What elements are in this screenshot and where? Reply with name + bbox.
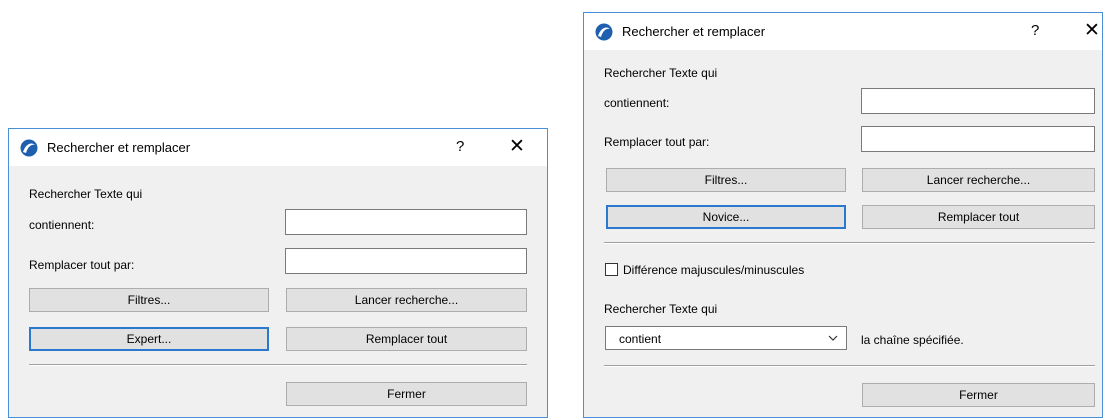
separator	[29, 364, 527, 366]
condition-suffix-label: la chaîne spécifiée.	[861, 333, 964, 347]
help-button[interactable]: ?	[1031, 22, 1039, 39]
condition-select[interactable]: contient	[605, 326, 847, 350]
search-heading: Rechercher Texte qui	[29, 187, 143, 201]
filters-button[interactable]: Filtres...	[29, 288, 269, 312]
contains-input[interactable]	[285, 209, 527, 235]
dialog-title: Rechercher et remplacer	[47, 140, 191, 155]
archicad-logo-icon	[595, 23, 613, 41]
find-replace-dialog-novice: Rechercher et remplacer ? ✕ Rechercher T…	[8, 128, 548, 418]
contains-input[interactable]	[861, 88, 1095, 114]
replace-all-button[interactable]: Remplacer tout	[862, 205, 1095, 229]
help-button[interactable]: ?	[456, 138, 464, 155]
find-replace-dialog-expert: Rechercher et remplacer ? ✕ Rechercher T…	[583, 12, 1103, 418]
close-dialog-button[interactable]: Fermer	[286, 382, 527, 406]
search-button[interactable]: Lancer recherche...	[862, 168, 1095, 192]
archicad-logo-icon	[20, 139, 38, 157]
replace-input[interactable]	[285, 248, 527, 274]
novice-button[interactable]: Novice...	[606, 205, 846, 229]
close-icon[interactable]: ✕	[509, 135, 525, 158]
replace-label: Remplacer tout par:	[604, 135, 710, 149]
filters-button[interactable]: Filtres...	[606, 168, 846, 192]
replace-all-button[interactable]: Remplacer tout	[286, 327, 527, 351]
replace-input[interactable]	[861, 126, 1095, 152]
condition-select-value: contient	[619, 332, 662, 346]
contains-label: contiennent:	[604, 96, 670, 110]
search-heading-2: Rechercher Texte qui	[604, 302, 718, 316]
title-bar[interactable]: Rechercher et remplacer ? ✕	[584, 13, 1102, 50]
contains-label: contiennent:	[29, 218, 95, 232]
separator	[604, 242, 1095, 244]
dialog-title: Rechercher et remplacer	[622, 24, 766, 39]
separator	[604, 365, 1095, 367]
close-dialog-button[interactable]: Fermer	[862, 383, 1095, 407]
expert-button[interactable]: Expert...	[29, 327, 269, 351]
close-icon[interactable]: ✕	[1084, 19, 1100, 42]
search-heading: Rechercher Texte qui	[604, 66, 718, 80]
case-sensitive-checkbox[interactable]	[605, 263, 618, 276]
case-sensitive-label: Différence majuscules/minuscules	[623, 263, 805, 277]
chevron-down-icon	[828, 335, 838, 341]
title-bar[interactable]: Rechercher et remplacer ? ✕	[9, 129, 547, 166]
search-button[interactable]: Lancer recherche...	[286, 288, 527, 312]
replace-label: Remplacer tout par:	[29, 258, 135, 272]
